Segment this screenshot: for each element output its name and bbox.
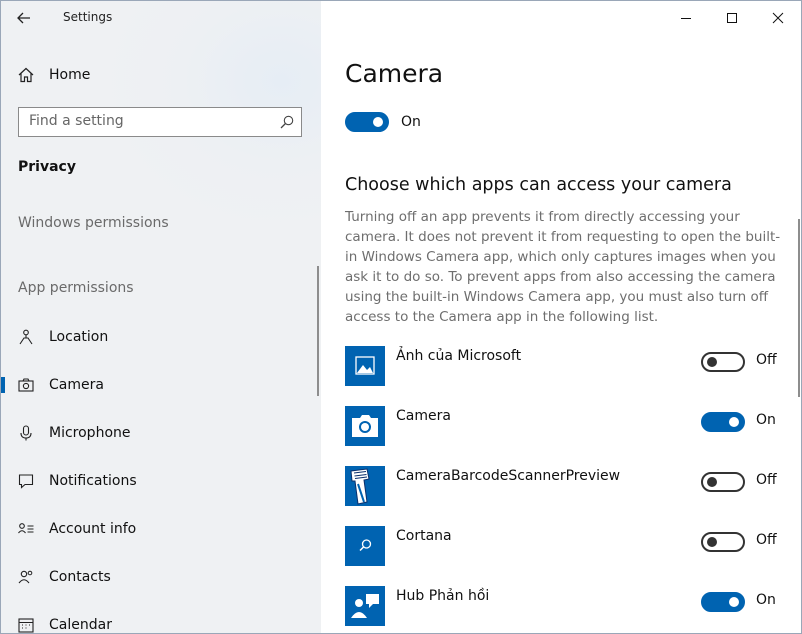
app-toggle-camera[interactable]	[701, 412, 745, 432]
maximize-icon	[727, 13, 737, 23]
camera-access-toggle[interactable]	[345, 112, 389, 132]
app-row-cortana: Cortana Off	[345, 526, 785, 568]
minimize-icon	[681, 18, 691, 19]
sidebar-item-label: Location	[49, 329, 109, 345]
section-heading-privacy: Privacy	[18, 159, 76, 175]
app-row-camera: Camera On	[345, 406, 785, 448]
app-toggle-state: On	[756, 592, 776, 608]
microphone-icon	[20, 425, 32, 441]
page-title: Camera	[345, 59, 444, 88]
home-icon	[18, 67, 34, 83]
main-pane: Camera On Choose which apps can access y…	[321, 1, 801, 633]
app-name: Hub Phản hồi	[396, 588, 490, 604]
sidebar-item-account-info[interactable]: Account info	[1, 509, 311, 549]
apps-section-description: Turning off an app prevents it from dire…	[345, 209, 781, 325]
sidebar-item-contacts[interactable]: Contacts	[1, 557, 311, 597]
toggle-knob	[707, 357, 717, 367]
app-toggle-photos[interactable]	[701, 352, 745, 372]
close-icon	[772, 12, 784, 24]
search-box[interactable]	[18, 107, 302, 137]
toggle-knob	[707, 537, 717, 547]
calendar-icon	[18, 618, 34, 633]
account-info-icon	[18, 523, 34, 534]
app-name: CameraBarcodeScannerPreview	[396, 468, 621, 484]
sidebar-item-label: Notifications	[49, 473, 137, 489]
contacts-icon	[18, 570, 33, 584]
main-scrollbar[interactable]	[798, 219, 800, 397]
app-toggle-cortana[interactable]	[701, 532, 745, 552]
sidebar: Settings Home Privacy Windows permission…	[1, 1, 321, 633]
search-icon[interactable]	[279, 114, 295, 130]
sidebar-item-label: Account info	[49, 521, 137, 537]
home-label: Home	[49, 67, 91, 83]
sidebar-item-notifications[interactable]: Notifications	[1, 461, 311, 501]
app-name: Camera	[396, 408, 451, 424]
back-arrow-icon	[17, 12, 30, 24]
toggle-knob	[373, 117, 383, 127]
camera-app-icon	[352, 415, 378, 437]
app-toggle-state: Off	[756, 472, 777, 488]
settings-window: Settings Home Privacy Windows permission…	[0, 0, 802, 634]
sidebar-item-label: Calendar	[49, 617, 112, 633]
app-row-barcode-scanner: CameraBarcodeScannerPreview Off	[345, 466, 785, 508]
location-icon	[19, 329, 33, 345]
sidebar-item-calendar[interactable]: Calendar	[1, 605, 311, 633]
cortana-icon	[359, 539, 372, 552]
app-toggle-state: Off	[756, 352, 777, 368]
back-button[interactable]	[11, 6, 37, 30]
toggle-knob	[707, 477, 717, 487]
app-toggle-state: On	[756, 412, 776, 428]
app-toggle-feedback-hub[interactable]	[701, 592, 745, 612]
sidebar-item-camera[interactable]: Camera	[1, 365, 311, 405]
sidebar-scrollbar[interactable]	[317, 266, 319, 396]
group-label-windows-permissions: Windows permissions	[18, 215, 169, 231]
sidebar-item-label: Camera	[49, 377, 104, 393]
sidebar-item-label: Microphone	[49, 425, 131, 441]
feedback-hub-icon	[351, 594, 379, 618]
app-toggle-state: Off	[756, 532, 777, 548]
sidebar-item-microphone[interactable]: Microphone	[1, 413, 311, 453]
app-row-feedback-hub: Hub Phản hồi On	[345, 586, 785, 628]
toggle-knob	[729, 597, 739, 607]
app-title: Settings	[63, 10, 113, 24]
search-input[interactable]	[19, 108, 279, 134]
maximize-button[interactable]	[709, 1, 755, 35]
minimize-button[interactable]	[663, 1, 709, 35]
barcode-scanner-icon	[350, 468, 370, 505]
close-button[interactable]	[755, 1, 801, 35]
apps-section-heading: Choose which apps can access your camera	[345, 175, 732, 195]
app-name: Ảnh của Microsoft	[396, 348, 522, 364]
camera-icon	[18, 378, 34, 392]
sidebar-item-label: Contacts	[49, 569, 111, 585]
app-name: Cortana	[396, 528, 452, 544]
home-link[interactable]: Home	[17, 63, 307, 87]
photos-app-icon	[355, 356, 375, 375]
camera-access-state: On	[401, 114, 421, 130]
title-bar: Settings	[1, 1, 321, 37]
app-toggle-barcode-scanner[interactable]	[701, 472, 745, 492]
sidebar-item-location[interactable]: Location	[1, 317, 311, 357]
window-controls	[663, 1, 801, 35]
toggle-knob	[729, 417, 739, 427]
notifications-icon	[18, 474, 34, 489]
group-label-app-permissions: App permissions	[18, 280, 134, 296]
app-row-photos: Ảnh của Microsoft Off	[345, 346, 785, 388]
